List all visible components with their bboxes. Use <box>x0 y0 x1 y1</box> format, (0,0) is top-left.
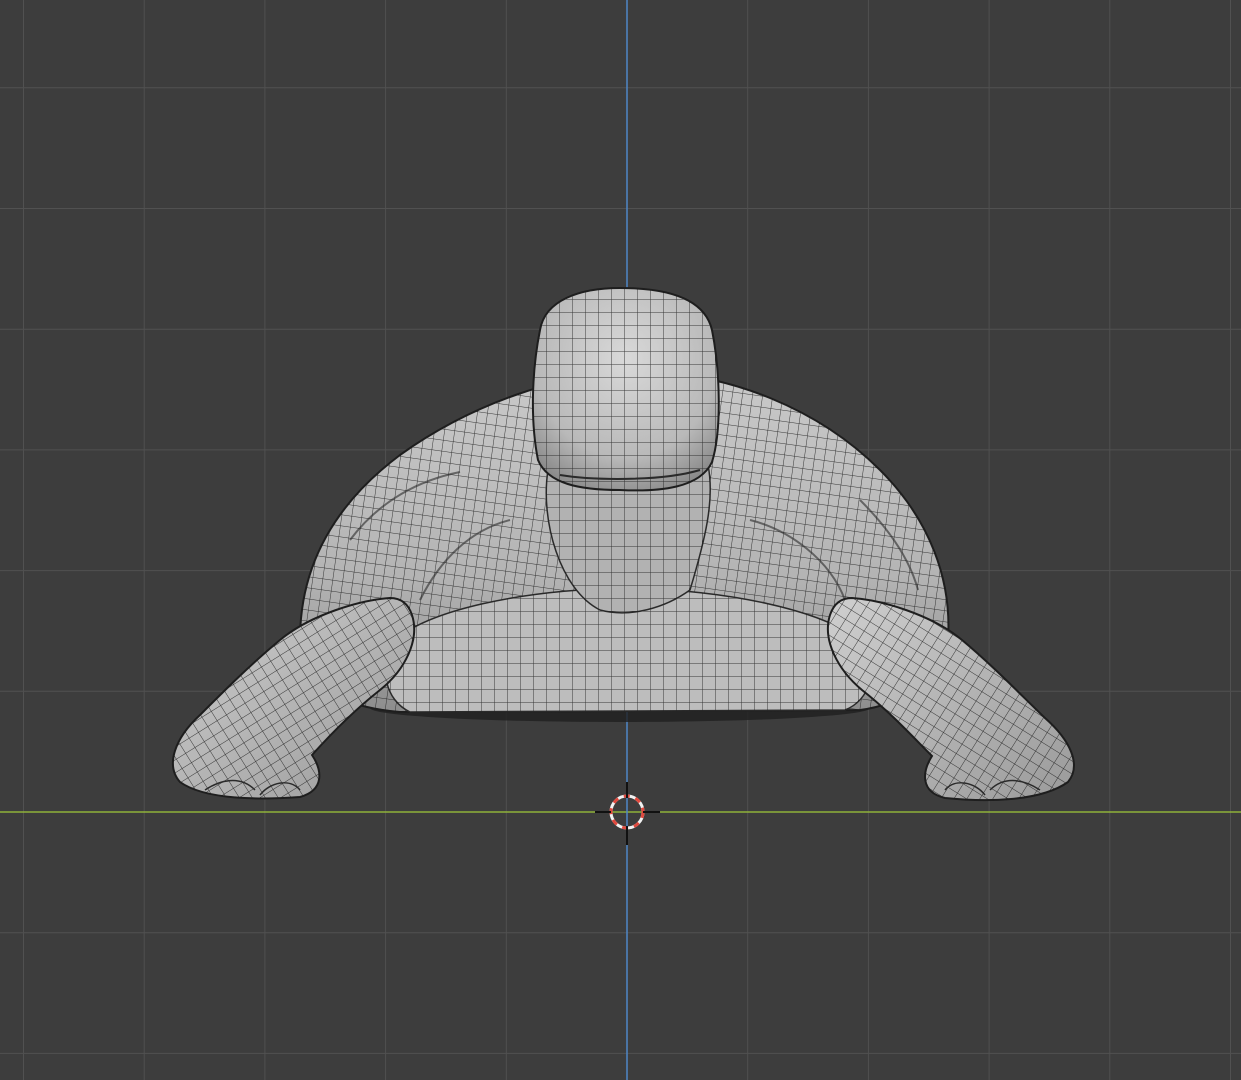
turtle-mesh[interactable] <box>171 286 1075 802</box>
viewport-canvas[interactable] <box>0 0 1241 1080</box>
3d-viewport[interactable] <box>0 0 1241 1080</box>
turtle-head <box>531 286 720 492</box>
